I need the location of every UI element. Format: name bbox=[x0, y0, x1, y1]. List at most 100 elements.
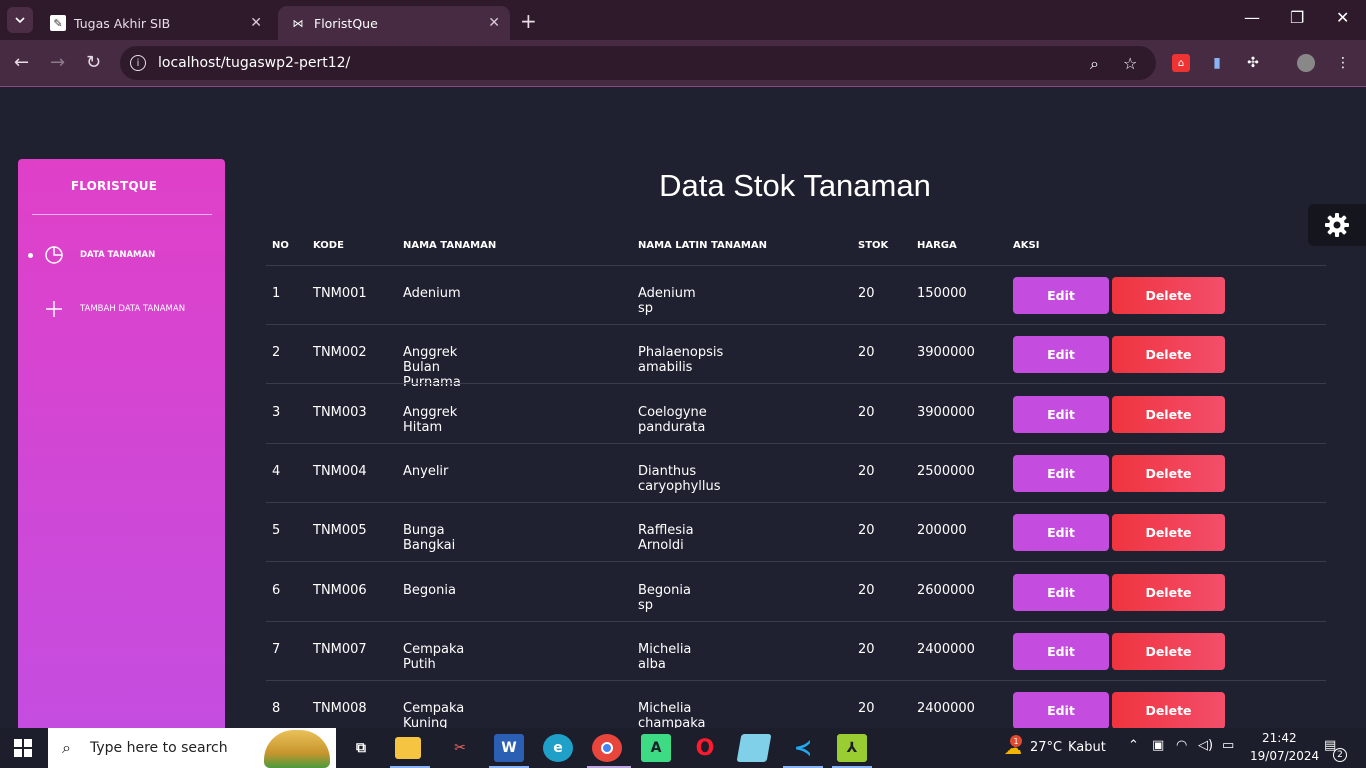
search-placeholder: Type here to search bbox=[90, 740, 228, 756]
security-icon[interactable]: ▣ bbox=[1152, 738, 1164, 753]
cell-nama-latin: Michelia champaka bbox=[638, 701, 706, 731]
edge-icon[interactable]: e bbox=[543, 734, 573, 762]
chevron-up-icon[interactable]: ⌃ bbox=[1128, 738, 1139, 753]
extensions-puzzle-icon[interactable]: ✣ bbox=[1244, 54, 1262, 72]
notepad-icon[interactable] bbox=[736, 734, 772, 762]
file-explorer-icon[interactable] bbox=[395, 737, 421, 759]
cell-kode: TNM004 bbox=[313, 464, 367, 479]
settings-button[interactable] bbox=[1308, 204, 1366, 246]
snipping-tool-icon[interactable]: ✂ bbox=[445, 734, 475, 762]
cell-nama-tanaman: Anggrek Hitam bbox=[403, 405, 458, 435]
delete-button[interactable]: Delete bbox=[1112, 455, 1225, 492]
chrome-icon[interactable] bbox=[592, 734, 622, 762]
sidebar-item-label: TAMBAH DATA TANAMAN bbox=[80, 304, 186, 314]
clock-time[interactable]: 21:42 bbox=[1262, 731, 1297, 745]
edit-button[interactable]: Edit bbox=[1013, 633, 1109, 670]
search-highlight-image bbox=[264, 730, 330, 768]
delete-button[interactable]: Delete bbox=[1112, 692, 1225, 729]
start-button[interactable] bbox=[14, 739, 32, 761]
cell-stok: 20 bbox=[858, 345, 875, 360]
edit-button[interactable]: Edit bbox=[1013, 396, 1109, 433]
cell-no: 4 bbox=[272, 464, 281, 479]
edit-button[interactable]: Edit bbox=[1013, 277, 1109, 314]
pocket-icon[interactable]: ⌂ bbox=[1172, 54, 1190, 72]
clock-date[interactable]: 19/07/2024 bbox=[1250, 749, 1319, 763]
window-close-icon[interactable]: ✕ bbox=[1336, 8, 1349, 27]
notification-count-badge: 2 bbox=[1333, 748, 1347, 762]
close-icon[interactable]: ✕ bbox=[250, 15, 262, 31]
sidebar-item-tambah-data[interactable]: TAMBAH DATA TANAMAN bbox=[18, 297, 225, 321]
cell-stok: 20 bbox=[858, 405, 875, 420]
document-icon: ✎ bbox=[50, 15, 66, 31]
cell-harga: 3900000 bbox=[917, 405, 975, 420]
delete-button[interactable]: Delete bbox=[1112, 277, 1225, 314]
column-header-stok: STOK bbox=[858, 240, 889, 251]
cell-no: 7 bbox=[272, 642, 281, 657]
new-tab-button[interactable]: + bbox=[520, 9, 537, 33]
reload-icon[interactable]: ↻ bbox=[86, 52, 101, 73]
opera-icon[interactable]: O bbox=[690, 734, 720, 762]
cell-no: 2 bbox=[272, 345, 281, 360]
cell-nama-tanaman: Cempaka Putih bbox=[403, 642, 465, 672]
delete-button[interactable]: Delete bbox=[1112, 574, 1225, 611]
volume-icon[interactable]: ◁) bbox=[1198, 738, 1213, 753]
column-header-no: NO bbox=[272, 240, 289, 251]
cell-nama-tanaman: Bunga Bangkai bbox=[403, 523, 456, 553]
delete-button[interactable]: Delete bbox=[1112, 336, 1225, 373]
forward-icon[interactable]: → bbox=[50, 52, 65, 73]
pie-chart-icon bbox=[44, 245, 64, 265]
tab-title: Tugas Akhir SIB bbox=[74, 15, 171, 31]
edit-button[interactable]: Edit bbox=[1013, 336, 1109, 373]
task-view-icon[interactable]: ⧉ bbox=[346, 734, 376, 762]
cell-no: 8 bbox=[272, 701, 281, 716]
zoom-icon[interactable]: ⌕ bbox=[1090, 54, 1099, 74]
weather-alert-badge: 1 bbox=[1010, 735, 1022, 747]
tab-tugas-akhir[interactable]: ✎ Tugas Akhir SIB ✕ bbox=[38, 6, 272, 40]
column-header-latin: NAMA LATIN TANAMAN bbox=[638, 240, 767, 251]
weather-description[interactable]: Kabut bbox=[1068, 740, 1106, 755]
cell-nama-tanaman: Adenium bbox=[403, 286, 461, 301]
delete-button[interactable]: Delete bbox=[1112, 514, 1225, 551]
cell-kode: TNM005 bbox=[313, 523, 367, 538]
close-icon[interactable]: ✕ bbox=[488, 15, 500, 31]
sidebar: FLORISTQUE DATA TANAMAN TAMBAH DATA TANA… bbox=[18, 159, 225, 728]
table-divider bbox=[266, 621, 1326, 622]
address-bar[interactable]: i localhost/tugaswp2-pert12/ ⌕ ☆ bbox=[120, 46, 1156, 80]
menu-kebab-icon[interactable]: ⋮ bbox=[1334, 54, 1352, 72]
back-icon[interactable]: ← bbox=[14, 52, 29, 73]
battery-icon[interactable]: ▭ bbox=[1222, 738, 1234, 753]
weather-temperature[interactable]: 27°C bbox=[1030, 740, 1062, 755]
tab-search-button[interactable] bbox=[7, 7, 33, 33]
word-icon[interactable]: W bbox=[494, 734, 524, 762]
cell-stok: 20 bbox=[858, 464, 875, 479]
cell-stok: 20 bbox=[858, 583, 875, 598]
wifi-icon[interactable]: ◠ bbox=[1176, 738, 1187, 753]
document-extension-icon[interactable]: ▮ bbox=[1208, 54, 1226, 72]
cell-nama-latin: Michelia alba bbox=[638, 642, 692, 672]
minimize-icon[interactable]: — bbox=[1244, 8, 1260, 27]
xampp-icon[interactable]: ⅄ bbox=[837, 734, 867, 762]
column-header-harga: HARGA bbox=[917, 240, 957, 251]
android-studio-icon[interactable]: A bbox=[641, 734, 671, 762]
edit-button[interactable]: Edit bbox=[1013, 455, 1109, 492]
bookmark-star-icon[interactable]: ☆ bbox=[1123, 54, 1137, 73]
cell-nama-tanaman: Cempaka Kuning bbox=[403, 701, 465, 731]
taskbar-search-box[interactable]: ⌕ Type here to search bbox=[48, 728, 336, 768]
tab-floristque[interactable]: ⋈ FloristQue ✕ bbox=[278, 6, 510, 40]
delete-button[interactable]: Delete bbox=[1112, 396, 1225, 433]
profile-avatar[interactable] bbox=[1297, 54, 1315, 72]
edit-button[interactable]: Edit bbox=[1013, 514, 1109, 551]
cell-stok: 20 bbox=[858, 286, 875, 301]
cell-no: 3 bbox=[272, 405, 281, 420]
vscode-icon[interactable]: ≺ bbox=[788, 734, 818, 762]
delete-button[interactable]: Delete bbox=[1112, 633, 1225, 670]
cell-nama-latin: Adenium sp bbox=[638, 286, 696, 316]
edit-button[interactable]: Edit bbox=[1013, 692, 1109, 729]
cell-no: 5 bbox=[272, 523, 281, 538]
cell-harga: 2400000 bbox=[917, 642, 975, 657]
sidebar-item-data-tanaman[interactable]: DATA TANAMAN bbox=[18, 243, 225, 267]
site-info-icon[interactable]: i bbox=[130, 55, 146, 71]
cell-harga: 2500000 bbox=[917, 464, 975, 479]
edit-button[interactable]: Edit bbox=[1013, 574, 1109, 611]
restore-icon[interactable]: ❐ bbox=[1290, 8, 1304, 27]
